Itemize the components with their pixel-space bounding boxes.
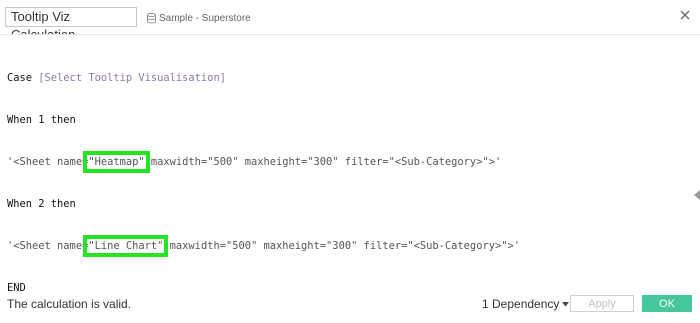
code-line: When 1 then xyxy=(7,113,520,127)
caret-down-icon xyxy=(562,301,570,306)
apply-button[interactable]: Apply xyxy=(570,295,634,312)
formula-editor[interactable]: Case [Select Tooltip Visualisation] When… xyxy=(0,35,700,294)
string-prefix: '<Sheet name= xyxy=(7,240,89,252)
code-line: Case [Select Tooltip Visualisation] xyxy=(7,71,520,85)
dependency-dropdown[interactable]: 1 Dependency xyxy=(482,297,570,311)
datasource-name: Sample - Superstore xyxy=(159,12,251,24)
datasource-label: Sample - Superstore xyxy=(147,11,251,25)
dialog-header: Tooltip Viz Calculation Sample - Superst… xyxy=(0,0,700,42)
ok-button[interactable]: OK xyxy=(642,295,692,312)
dialog-footer: The calculation is valid. 1 Dependency A… xyxy=(0,288,700,321)
database-icon xyxy=(147,12,156,23)
code-line: '<Sheet name="Line Chart" maxwidth="500"… xyxy=(7,235,520,257)
field-reference: [Select Tooltip Visualisation] xyxy=(38,72,226,84)
formula-text[interactable]: Case [Select Tooltip Visualisation] When… xyxy=(7,43,520,323)
dependency-label: 1 Dependency xyxy=(482,297,560,311)
keyword-when: When 1 then xyxy=(7,114,76,126)
highlight-heatmap: "Heatmap" xyxy=(83,151,150,173)
string-suffix: maxwidth="500" maxheight="300" filter="<… xyxy=(144,156,502,168)
collapse-arrow-icon[interactable] xyxy=(694,190,700,200)
keyword-when: When 2 then xyxy=(7,198,76,210)
validation-status: The calculation is valid. xyxy=(7,297,132,311)
close-icon[interactable] xyxy=(678,8,692,22)
string-suffix: maxwidth="500" maxheight="300" filter="<… xyxy=(163,240,520,252)
code-line: '<Sheet name="Heatmap" maxwidth="500" ma… xyxy=(7,151,520,173)
calculation-name-field[interactable]: Tooltip Viz Calculation xyxy=(5,7,137,42)
highlight-line-chart: "Line Chart" xyxy=(83,235,169,257)
code-line: When 2 then xyxy=(7,197,520,211)
keyword-case: Case xyxy=(7,72,39,84)
string-prefix: '<Sheet name= xyxy=(7,156,89,168)
